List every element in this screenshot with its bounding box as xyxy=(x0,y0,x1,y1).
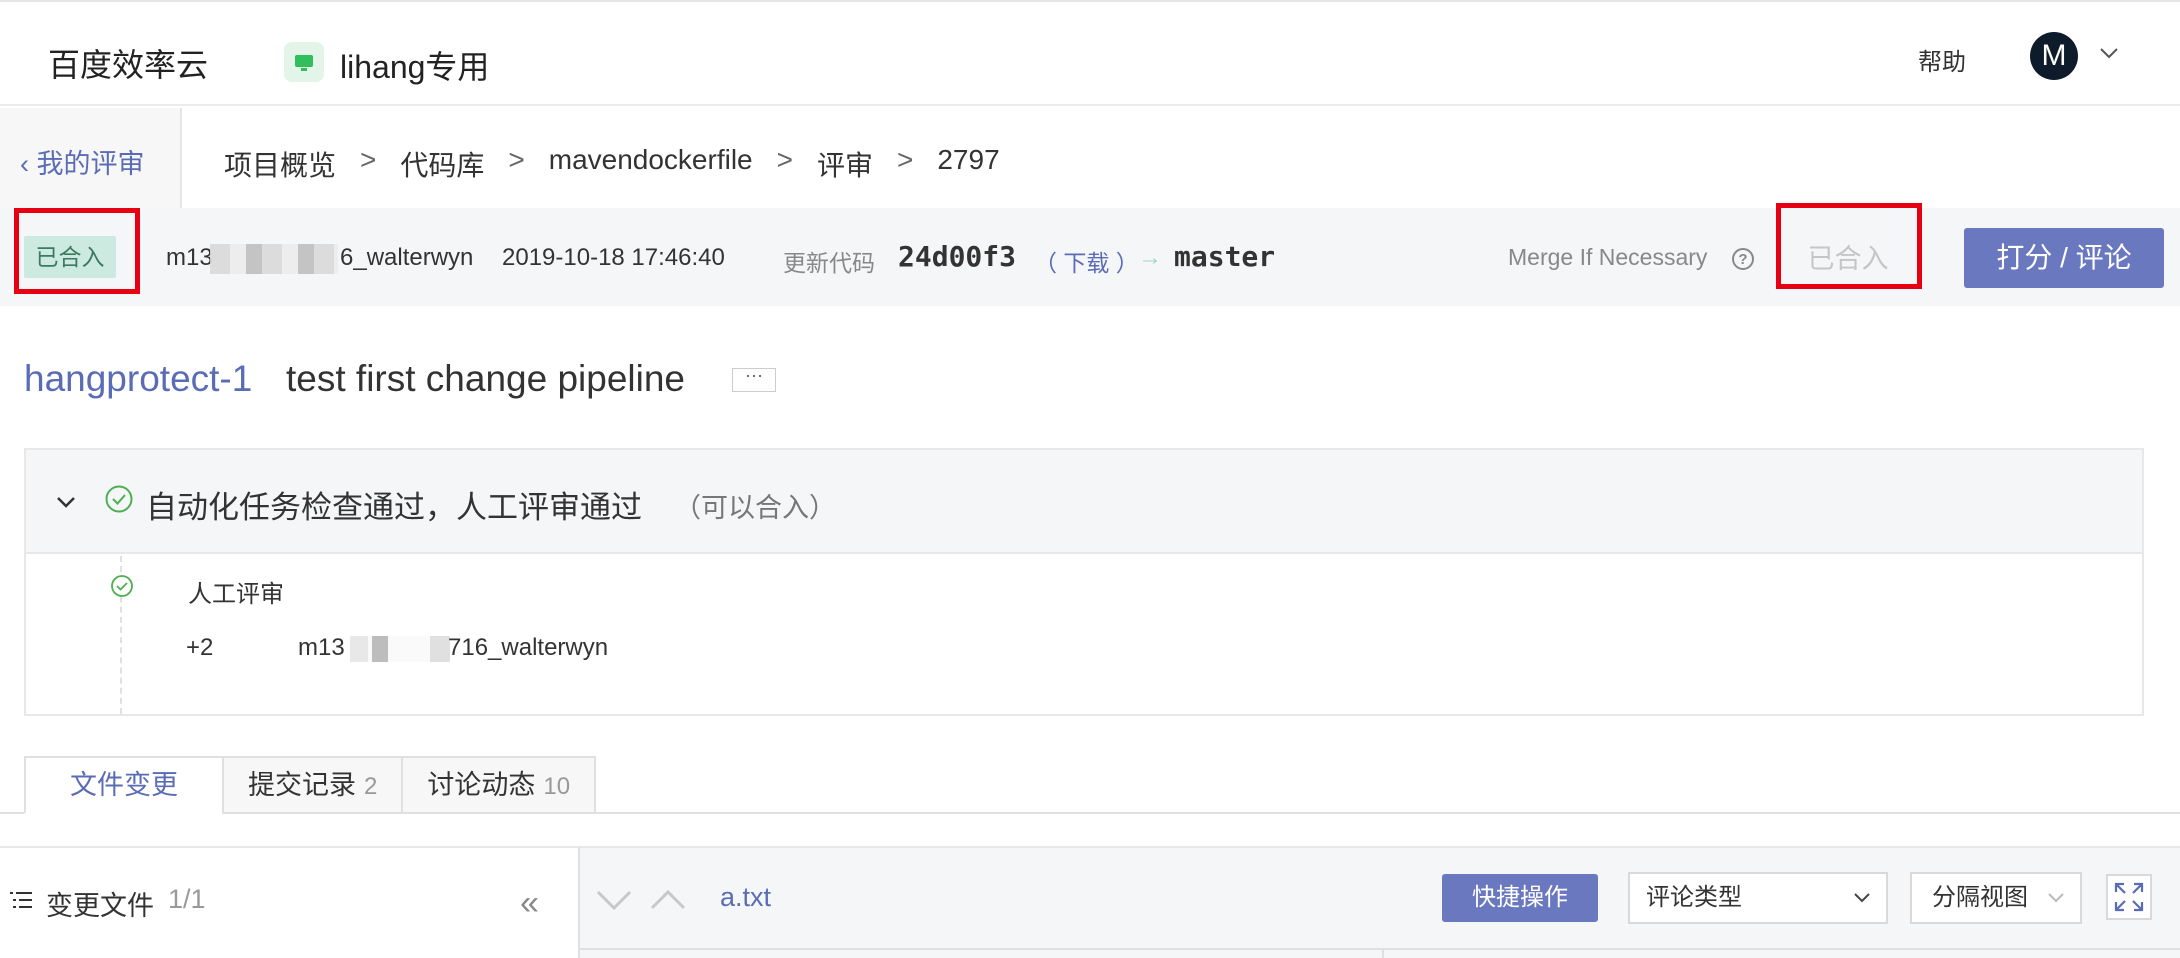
project-selector[interactable]: lihang专用 xyxy=(340,42,489,88)
collapse-sidebar-icon[interactable]: « xyxy=(520,884,539,923)
update-timestamp: 2019-10-18 17:46:40 xyxy=(502,244,725,271)
update-code-label: 更新代码 xyxy=(783,250,875,276)
comment-type-select[interactable]: 评论类型 xyxy=(1628,872,1888,924)
breadcrumb-separator: > xyxy=(776,144,793,175)
tab-count: 2 xyxy=(364,773,378,800)
author-name-suffix: 6_walterwyn xyxy=(340,244,474,271)
score-comment-button[interactable]: 打分 / 评论 xyxy=(1964,228,2164,288)
breadcrumb-item-repos[interactable]: 代码库 xyxy=(400,144,484,184)
user-avatar[interactable]: M xyxy=(2030,32,2078,80)
manual-review-label: 人工评审 xyxy=(188,581,284,608)
more-button[interactable]: ··· xyxy=(732,366,776,392)
back-to-my-reviews-link[interactable]: ‹ 我的评审 xyxy=(20,142,145,181)
list-icon xyxy=(10,892,32,908)
chevron-down-icon xyxy=(2048,893,2064,903)
next-file-icon[interactable] xyxy=(594,888,634,912)
changed-files-label: 变更文件 xyxy=(46,891,154,921)
fullscreen-icon xyxy=(2114,882,2144,912)
top-header xyxy=(0,0,2180,106)
tab-file-changes[interactable]: 文件变更 xyxy=(24,756,224,814)
download-link[interactable]: （ 下载 ） xyxy=(1034,244,1139,278)
commit-hash: 24d00f3 xyxy=(898,240,1017,273)
tab-count: 10 xyxy=(543,773,571,800)
quick-actions-button[interactable]: 快捷操作 xyxy=(1442,874,1598,922)
merge-strategy-label: Merge If Necessary xyxy=(1508,244,1708,270)
redacted-text xyxy=(350,636,450,662)
page-title: test first change pipeline xyxy=(286,358,686,399)
breadcrumb-separator: > xyxy=(897,144,914,175)
tab-label: 提交记录 xyxy=(248,770,356,800)
project-icon xyxy=(284,42,324,82)
breadcrumb-item-project-overview[interactable]: 项目概览 xyxy=(224,144,336,184)
review-tabs: 文件变更 提交记录 2 讨论动态 10 xyxy=(24,756,597,814)
view-mode-select[interactable]: 分隔视图 xyxy=(1910,872,2082,924)
highlight-box xyxy=(14,208,140,294)
tab-commits[interactable]: 提交记录 2 xyxy=(222,756,404,814)
breadcrumb-item-review-id: 2797 xyxy=(937,144,1000,175)
breadcrumb: 项目概览 > 代码库 > mavendockerfile > 评审 > 2797 xyxy=(224,144,1000,184)
fullscreen-button[interactable] xyxy=(2106,874,2152,920)
help-link[interactable]: 帮助 xyxy=(1918,42,1966,77)
breadcrumb-item-repo[interactable]: mavendockerfile xyxy=(549,144,753,184)
reviewer-name-prefix: m13 xyxy=(298,634,345,661)
brand-logo-text[interactable]: 百度效率云 xyxy=(48,40,208,86)
help-circle-icon[interactable]: ? xyxy=(1732,248,1754,270)
view-mode-value: 分隔视图 xyxy=(1932,884,2028,911)
author-name-prefix: m13 xyxy=(166,244,213,271)
review-score: +2 xyxy=(186,634,214,661)
check-circle-icon xyxy=(105,485,133,513)
chevron-down-icon[interactable] xyxy=(2098,42,2120,64)
change-id[interactable]: hangprotect-1 xyxy=(24,358,252,400)
redacted-text xyxy=(210,244,338,274)
breadcrumb-item-review[interactable]: 评审 xyxy=(817,144,873,184)
comment-type-value: 评论类型 xyxy=(1646,884,1742,911)
breadcrumb-separator: > xyxy=(360,144,377,175)
prev-file-icon[interactable] xyxy=(648,888,688,912)
chevron-down-icon[interactable] xyxy=(54,490,78,514)
breadcrumb-separator: > xyxy=(508,144,525,175)
back-label: 我的评审 xyxy=(36,149,145,179)
chevron-down-icon xyxy=(1854,893,1870,903)
checks-mergeable-note: （可以合入） xyxy=(674,493,836,523)
changed-files-count: 1/1 xyxy=(168,884,206,914)
tab-label: 讨论动态 xyxy=(427,770,536,800)
tab-discussion[interactable]: 讨论动态 10 xyxy=(401,756,597,814)
diff-header-divider xyxy=(580,948,2180,950)
reviewer-name-suffix: 716_walterwyn xyxy=(448,634,609,661)
arrow-right-icon: → xyxy=(1138,244,1162,271)
highlight-box xyxy=(1776,203,1922,289)
checks-summary: 自动化任务检查通过，人工评审通过 xyxy=(146,490,642,525)
tab-label: 文件变更 xyxy=(70,770,178,800)
check-circle-icon xyxy=(111,575,133,597)
split-view-divider xyxy=(1382,948,1384,958)
current-file-name[interactable]: a.txt xyxy=(720,882,771,913)
target-branch: master xyxy=(1174,240,1276,273)
